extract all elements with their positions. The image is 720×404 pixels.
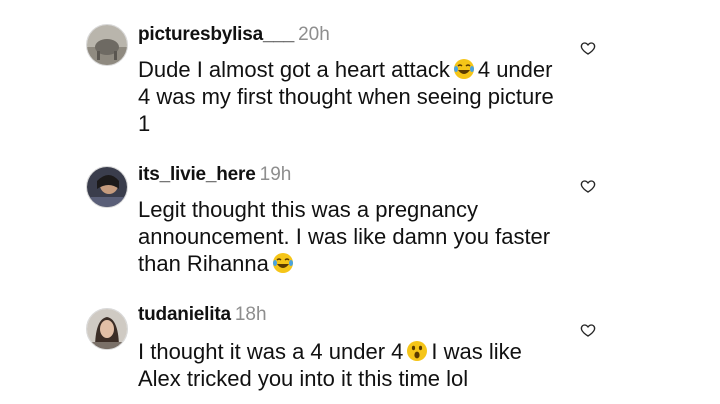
comment-text: Legit thought this was a pregnancy annou… — [138, 197, 551, 276]
comment-item: picturesbylisa___ 20h Dude I almost got a… — [0, 0, 720, 140]
comment-item: tudanielita 18h I thought it was a 4 unde… — [0, 280, 720, 404]
tears-of-joy-emoji — [453, 59, 474, 79]
comment-time: 19h — [259, 164, 292, 185]
comment-time: 20h — [298, 24, 330, 45]
heart-outline-icon[interactable] — [580, 178, 596, 194]
tears-of-joy-emoji — [272, 253, 293, 273]
comment-text: I thought it was a 4 under 4 I was like … — [138, 339, 522, 391]
comment-username[interactable]: its_livie_here — [138, 164, 256, 185]
heart-outline-icon[interactable] — [580, 40, 596, 56]
comment-item: its_livie_here 19h Legit thought this was… — [0, 140, 720, 280]
comment-username[interactable]: picturesbylisa___ — [138, 24, 294, 45]
comment-time: 18h — [234, 304, 267, 325]
comment-username[interactable]: tudanielita — [138, 304, 231, 325]
astonished-face-emoji — [407, 341, 428, 361]
avatar[interactable] — [86, 24, 128, 66]
heart-outline-icon[interactable] — [580, 322, 596, 338]
avatar[interactable] — [86, 308, 128, 350]
avatar[interactable] — [86, 166, 128, 208]
comment-text: Dude I almost got a heart attack 4 under… — [138, 57, 554, 136]
